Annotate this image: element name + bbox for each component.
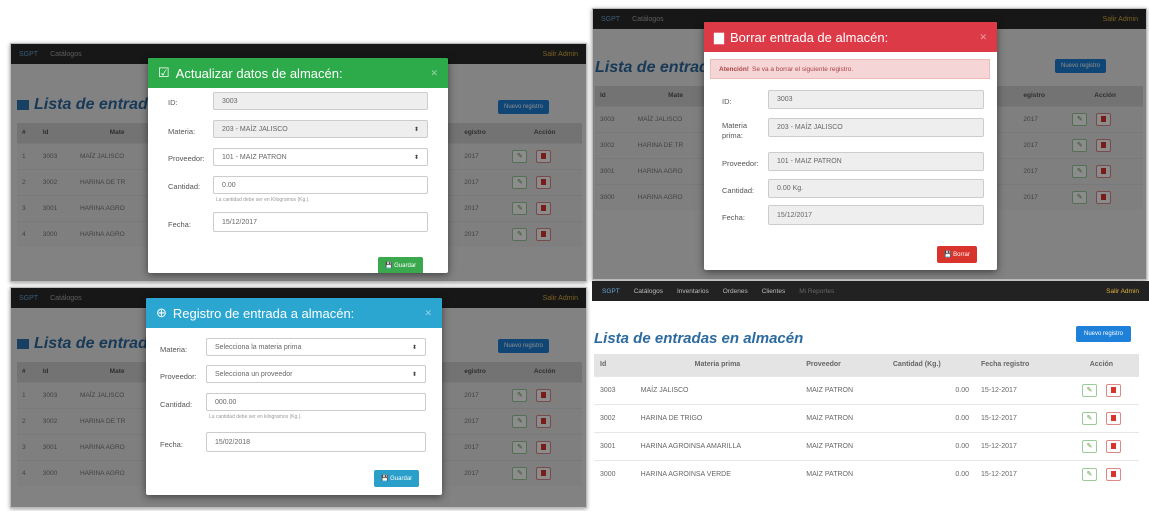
proveedor-select[interactable]: Selecciona un proveedor ⬍	[206, 365, 426, 383]
edit-button[interactable]: ✎	[1081, 411, 1097, 425]
proveedor-select[interactable]: 101 - MAIZ PATRON ⬍	[213, 148, 428, 166]
update-modal: ☑ Actualizar datos de almacén: ✕ ID: 300…	[148, 58, 448, 273]
modal-header: ☑ Actualizar datos de almacén: ✕	[148, 58, 448, 88]
fecha-field: 15/12/2017	[768, 205, 984, 225]
delete-button[interactable]	[1105, 383, 1121, 397]
cantidad-field[interactable]: 0.00	[213, 176, 428, 194]
edit-button[interactable]: ✎	[1081, 383, 1097, 397]
proveedor-field: 101 - MAIZ PATRON	[768, 152, 984, 171]
modal-title: Registro de entrada a almacén:	[172, 305, 355, 321]
cantidad-help: La cantidad debe ser en Kilogramos (Kg.)…	[216, 197, 310, 203]
close-icon[interactable]: ✕	[424, 308, 432, 319]
modal-title: Borrar entrada de almacén:	[730, 29, 889, 45]
save-button[interactable]: 💾 Guardar	[374, 470, 420, 487]
table-row: 3001 HARINA AGROINSA AMARILLA MAIZ PATRON 0…	[594, 431, 1139, 460]
modal-header: ⊕ Registro de entrada a almacén: ✕	[146, 298, 442, 328]
navbar: SGPT Catálogos Inventarios Ordenes Clien…	[592, 281, 1149, 301]
fecha-field[interactable]: 15/12/2017	[213, 212, 428, 232]
brand-logo[interactable]: SGPT	[602, 288, 620, 295]
screen-list: SGPT Catálogos Inventarios Ordenes Clien…	[592, 281, 1149, 511]
entries-table: Id Materia prima Proveedor Cantidad (Kg.…	[594, 354, 1139, 488]
modal-header: ▆ Borrar entrada de almacén: ✕	[704, 22, 997, 52]
table-row: 3002 HARINA DE TRIGO MAIZ PATRON 0.00 15-12-…	[594, 403, 1139, 432]
close-icon[interactable]: ✕	[430, 68, 438, 79]
nav-clientes[interactable]: Clientes	[762, 288, 785, 295]
logout-link[interactable]: Salir Admin	[1106, 288, 1139, 295]
nav-catalogos[interactable]: Catálogos	[634, 288, 663, 295]
id-field: 3003	[768, 90, 984, 109]
cantidad-field: 0.00 Kg.	[768, 179, 984, 198]
fecha-field[interactable]: 15/02/2018	[206, 432, 426, 452]
plus-circle-icon: ⊕	[156, 305, 167, 320]
materia-select[interactable]: 203 - MAÍZ JALISCO ⬍	[213, 120, 428, 138]
page-title: Lista de entradas en almacén	[594, 330, 804, 347]
chevron-down-icon: ⬍	[411, 371, 417, 378]
cantidad-help: La cantidad debe ser en kilogramos (Kg.)…	[209, 414, 302, 420]
chevron-down-icon: ⬍	[411, 344, 417, 351]
delete-button[interactable]	[1105, 439, 1121, 453]
new-modal: ⊕ Registro de entrada a almacén: ✕ Mater…	[146, 298, 442, 495]
chevron-down-icon: ⬍	[413, 126, 419, 133]
new-record-button[interactable]: Nuevo registro	[1076, 326, 1132, 342]
edit-button[interactable]: ✎	[1081, 439, 1097, 453]
nav-ordenes[interactable]: Ordenes	[723, 288, 748, 295]
cantidad-field[interactable]: 000.00	[206, 393, 426, 411]
warning-alert: Atención! Se va a borrar el siguiente reg…	[710, 59, 990, 79]
delete-modal: ▆ Borrar entrada de almacén: ✕ Atención!…	[704, 22, 997, 270]
delete-confirm-button[interactable]: 💾 Borrar	[937, 246, 977, 263]
trash-icon: ▆	[714, 29, 724, 44]
materia-select[interactable]: Selecciona la materia prima ⬍	[206, 338, 426, 356]
table-row: 3003 MAÍZ JALISCO MAIZ PATRON 0.00 15-12-201…	[594, 375, 1139, 404]
id-field: 3003	[213, 92, 428, 110]
edit-button[interactable]: ✎	[1081, 467, 1097, 481]
chevron-down-icon: ⬍	[413, 154, 419, 161]
nav-reportes[interactable]: Mi Reportes	[799, 288, 834, 295]
materia-field: 203 - MAÍZ JALISCO	[768, 118, 984, 137]
delete-button[interactable]	[1105, 467, 1121, 481]
close-icon[interactable]: ✕	[979, 32, 987, 43]
table-row: 3000 HARINA AGROINSA VERDE MAIZ PATRON 0.00…	[594, 459, 1139, 488]
save-button[interactable]: 💾 Guardar	[378, 257, 424, 273]
nav-inventarios[interactable]: Inventarios	[677, 288, 709, 295]
delete-button[interactable]	[1105, 411, 1121, 425]
edit-icon: ☑	[158, 65, 170, 80]
modal-title: Actualizar datos de almacén:	[175, 65, 343, 81]
